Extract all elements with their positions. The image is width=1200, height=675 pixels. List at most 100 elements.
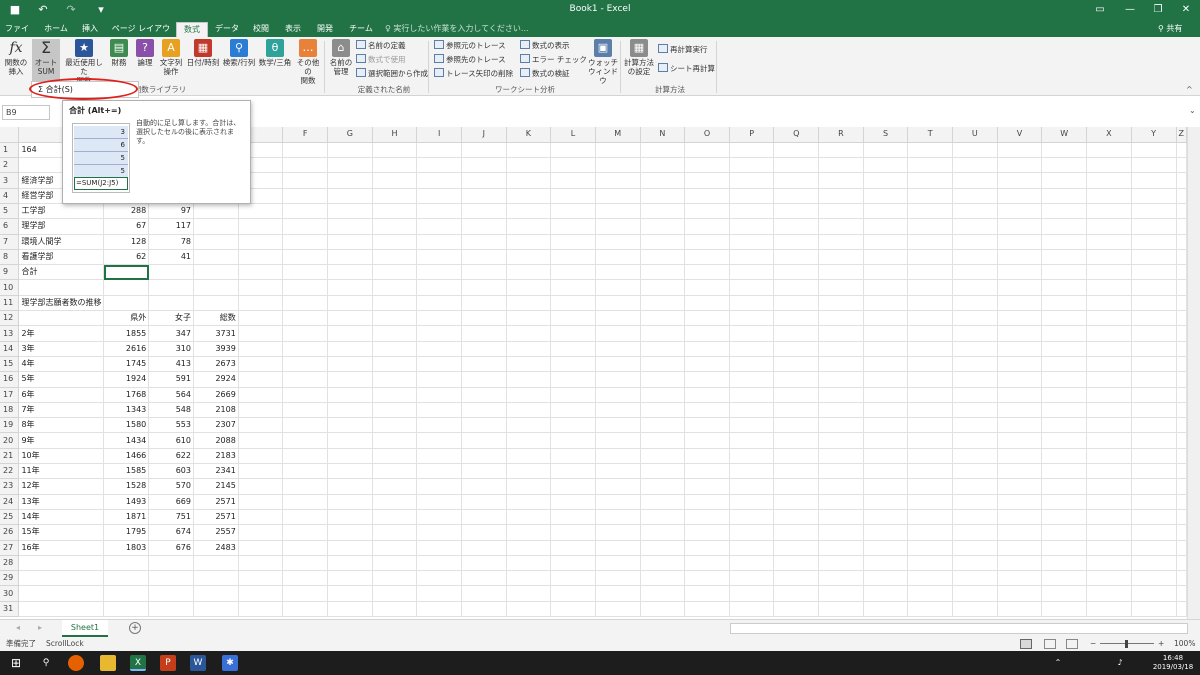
cell[interactable] bbox=[1041, 432, 1087, 449]
cell[interactable] bbox=[1131, 218, 1177, 235]
cell[interactable] bbox=[416, 218, 462, 235]
cell[interactable] bbox=[729, 157, 775, 174]
maximize-button[interactable]: ❐ bbox=[1150, 3, 1166, 17]
tab-view[interactable]: 表示 bbox=[280, 22, 306, 37]
cell[interactable] bbox=[550, 402, 596, 419]
cell[interactable] bbox=[1086, 509, 1132, 526]
cell[interactable] bbox=[103, 295, 150, 312]
tab-team[interactable]: チーム bbox=[346, 22, 376, 37]
cell[interactable]: 2557 bbox=[193, 524, 239, 541]
cell[interactable] bbox=[1131, 585, 1177, 602]
cell[interactable]: 1585 bbox=[103, 463, 150, 480]
calc-sheet-button[interactable]: シート再計算 bbox=[658, 63, 715, 74]
cell[interactable] bbox=[1176, 325, 1187, 342]
cell[interactable] bbox=[863, 310, 909, 327]
cell[interactable] bbox=[372, 463, 418, 480]
cell[interactable] bbox=[282, 478, 329, 495]
cell[interactable] bbox=[640, 310, 686, 327]
tell-me-box[interactable]: ♀ 実行したい作業を入力してください... bbox=[385, 22, 529, 36]
cell[interactable] bbox=[595, 463, 641, 480]
cell[interactable] bbox=[952, 478, 998, 495]
cell[interactable] bbox=[907, 387, 954, 403]
cell[interactable] bbox=[595, 279, 641, 296]
cell[interactable]: 2571 bbox=[193, 509, 239, 526]
cell[interactable] bbox=[595, 402, 641, 419]
cell[interactable] bbox=[550, 478, 596, 495]
cell[interactable] bbox=[372, 172, 418, 189]
cell[interactable] bbox=[506, 172, 552, 189]
cell[interactable] bbox=[238, 387, 284, 403]
cell[interactable] bbox=[372, 448, 418, 465]
cell[interactable] bbox=[327, 555, 373, 572]
cell[interactable] bbox=[506, 555, 552, 572]
cell[interactable] bbox=[327, 249, 373, 266]
cell[interactable]: 553 bbox=[148, 417, 194, 434]
cell[interactable] bbox=[1041, 203, 1087, 220]
cell[interactable] bbox=[1131, 478, 1177, 495]
cell[interactable] bbox=[461, 601, 507, 618]
cell[interactable]: 622 bbox=[148, 448, 194, 465]
cell[interactable] bbox=[818, 249, 864, 266]
cell[interactable] bbox=[506, 463, 552, 480]
lookup-button[interactable]: ⚲ 検索/行列 bbox=[222, 39, 256, 83]
cell[interactable] bbox=[640, 157, 686, 174]
cell[interactable] bbox=[1176, 524, 1187, 541]
cell[interactable] bbox=[550, 279, 596, 296]
cell[interactable] bbox=[1176, 509, 1187, 526]
cell[interactable] bbox=[684, 570, 730, 587]
cell[interactable] bbox=[238, 325, 284, 342]
cell[interactable] bbox=[907, 524, 954, 541]
cell[interactable] bbox=[18, 279, 105, 296]
cell[interactable] bbox=[907, 494, 954, 510]
cell[interactable] bbox=[416, 540, 462, 556]
cell[interactable] bbox=[907, 249, 954, 266]
cell[interactable]: 2145 bbox=[193, 478, 239, 495]
cell[interactable] bbox=[997, 157, 1043, 174]
cell[interactable]: 2307 bbox=[193, 417, 239, 434]
cell[interactable] bbox=[773, 310, 820, 327]
cell[interactable] bbox=[1041, 157, 1087, 174]
cell[interactable] bbox=[506, 188, 552, 204]
cell[interactable] bbox=[327, 585, 373, 602]
cell[interactable] bbox=[1176, 463, 1187, 480]
cell[interactable] bbox=[238, 279, 284, 296]
cell[interactable] bbox=[506, 402, 552, 419]
cell[interactable] bbox=[997, 478, 1043, 495]
cell[interactable]: 751 bbox=[148, 509, 194, 526]
row-header[interactable]: 14 bbox=[0, 341, 20, 357]
cell[interactable] bbox=[327, 218, 373, 235]
cell[interactable] bbox=[684, 432, 730, 449]
cell[interactable] bbox=[1176, 402, 1187, 419]
cell[interactable]: 8年 bbox=[18, 417, 105, 434]
cell[interactable] bbox=[18, 601, 105, 618]
cell[interactable] bbox=[1041, 325, 1087, 342]
cell[interactable]: 1803 bbox=[103, 540, 150, 556]
cell[interactable] bbox=[416, 585, 462, 602]
trace-dependents-button[interactable]: 参照先のトレース bbox=[434, 54, 506, 65]
cell[interactable] bbox=[640, 601, 686, 618]
cell[interactable] bbox=[238, 570, 284, 587]
cell[interactable] bbox=[1041, 540, 1087, 556]
cell[interactable] bbox=[327, 325, 373, 342]
cell[interactable] bbox=[907, 234, 954, 250]
trace-precedents-button[interactable]: 参照元のトレース bbox=[434, 40, 506, 51]
cell[interactable] bbox=[595, 142, 641, 159]
cell[interactable] bbox=[773, 295, 820, 312]
cell[interactable] bbox=[506, 509, 552, 526]
cell[interactable]: 2483 bbox=[193, 540, 239, 556]
cell[interactable] bbox=[1086, 555, 1132, 572]
cell[interactable] bbox=[818, 279, 864, 296]
cell[interactable] bbox=[640, 371, 686, 388]
cell[interactable] bbox=[1041, 524, 1087, 541]
evaluate-formula-button[interactable]: 数式の検証 bbox=[520, 68, 570, 79]
cell[interactable] bbox=[506, 157, 552, 174]
cell[interactable] bbox=[952, 172, 998, 189]
cell[interactable]: 1855 bbox=[103, 325, 150, 342]
cell[interactable] bbox=[729, 279, 775, 296]
cell[interactable] bbox=[997, 448, 1043, 465]
cell[interactable]: 9年 bbox=[18, 432, 105, 449]
cell[interactable] bbox=[238, 432, 284, 449]
row-header[interactable]: 30 bbox=[0, 585, 20, 602]
cell[interactable] bbox=[729, 387, 775, 403]
zoom-slider-thumb[interactable] bbox=[1125, 640, 1128, 648]
